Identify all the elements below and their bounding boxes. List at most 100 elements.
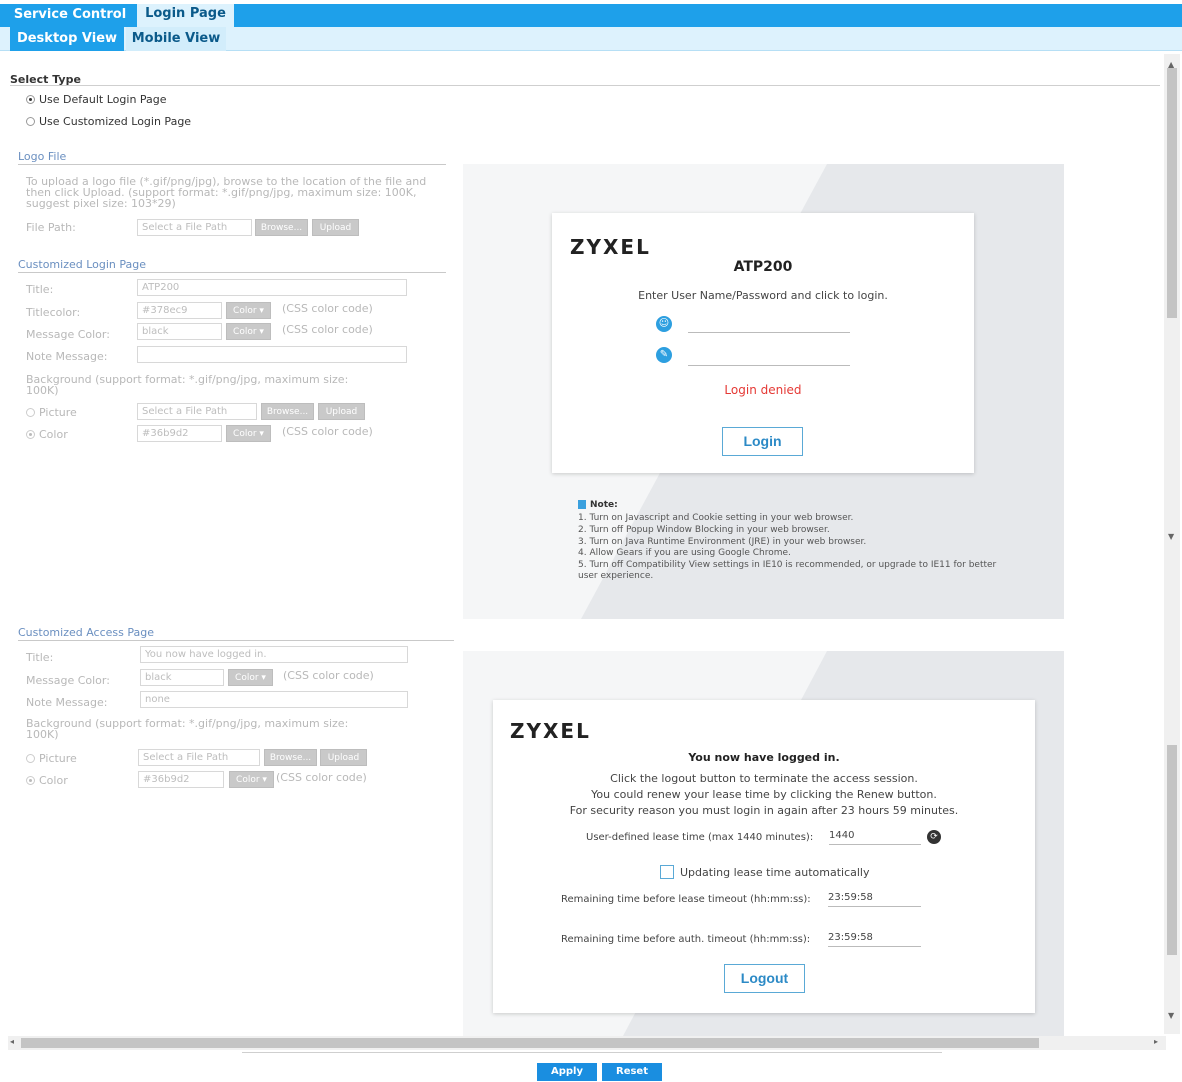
color-btn-label: Color	[236, 775, 260, 785]
remaining-auth-label: Remaining time before auth. timeout (hh:…	[561, 934, 811, 945]
css-hint: (CSS color code)	[282, 302, 373, 315]
radio-icon[interactable]	[26, 408, 35, 417]
access-message-color-button[interactable]: Color ▾	[228, 669, 273, 686]
auto-update-checkbox[interactable]	[660, 865, 674, 879]
login-instruction: Enter User Name/Password and click to lo…	[638, 289, 888, 302]
horizontal-scroll-thumb[interactable]	[21, 1038, 1039, 1048]
select-type-header: Select Type	[10, 68, 1160, 86]
browse-button[interactable]: Browse...	[264, 749, 317, 766]
tab-label: Mobile View	[131, 31, 221, 46]
css-hint: (CSS color code)	[283, 669, 374, 682]
file-path-input[interactable]: Select a File Path	[137, 219, 252, 236]
scroll-right-arrow-icon[interactable]: ▸	[1154, 1037, 1158, 1046]
zyxel-logo: ZYXEL	[570, 235, 651, 259]
login-error: Login denied	[724, 383, 802, 397]
radio-default-login[interactable]: Use Default Login Page	[26, 93, 167, 106]
lease-time-input[interactable]: 1440	[829, 830, 921, 845]
titlecolor-input[interactable]: #378ec9	[137, 302, 222, 319]
lease-time-label: User-defined lease time (max 1440 minute…	[586, 832, 814, 843]
access-radio-bg-color[interactable]: Color	[26, 774, 68, 788]
browse-button[interactable]: Browse...	[255, 219, 308, 236]
remaining-lease-value: 23:59:58	[828, 892, 921, 907]
upload-button[interactable]: Upload	[312, 219, 359, 236]
note-line-3: 3. Turn on Java Runtime Environment (JRE…	[578, 537, 867, 547]
tab-mobile-view[interactable]: Mobile View	[126, 27, 226, 51]
color-btn-label: Color	[233, 327, 257, 337]
horizontal-scrollbar[interactable]: ◂ ▸	[8, 1036, 1166, 1050]
css-hint: (CSS color code)	[282, 425, 373, 438]
renew-icon[interactable]: ⟳	[927, 830, 941, 844]
access-line-2: You could renew your lease time by click…	[591, 788, 937, 801]
apply-button[interactable]: Apply	[537, 1063, 597, 1081]
radio-bg-picture[interactable]: Picture	[26, 406, 77, 420]
password-icon: ✎	[656, 347, 672, 363]
radio-customized-login[interactable]: Use Customized Login Page	[26, 115, 191, 128]
access-title-label: Title:	[26, 651, 54, 664]
radio-label: Color	[39, 774, 68, 787]
access-bg-color-input[interactable]: #36b9d2	[138, 771, 224, 788]
radio-bg-color[interactable]: Color	[26, 428, 68, 442]
reset-button[interactable]: Reset	[602, 1063, 662, 1081]
password-field[interactable]	[688, 350, 850, 366]
note-line-4: 4. Allow Gears if you are using Google C…	[578, 548, 791, 558]
access-title: You now have logged in.	[688, 751, 840, 764]
login-preview: ZYXEL ATP200 Enter User Name/Password an…	[463, 164, 1064, 619]
access-line-1: Click the logout button to terminate the…	[610, 772, 918, 785]
bg-color-input[interactable]: #36b9d2	[137, 425, 222, 442]
access-note-input[interactable]: none	[140, 691, 408, 708]
radio-icon[interactable]	[26, 430, 35, 439]
login-button[interactable]: Login	[722, 427, 803, 456]
access-title-input[interactable]: You now have logged in.	[140, 646, 408, 663]
note-message-input[interactable]	[137, 346, 407, 363]
scroll-thumb[interactable]	[1167, 68, 1177, 318]
scroll-left-arrow-icon[interactable]: ◂	[10, 1037, 14, 1046]
customized-login-section-title: Customized Login Page	[18, 258, 446, 273]
note-line-5: 5. Turn off Compatibility View settings …	[578, 560, 997, 570]
scroll-thumb-2[interactable]	[1167, 745, 1177, 955]
message-color-button[interactable]: Color ▾	[226, 323, 271, 340]
file-path-label: File Path:	[26, 221, 76, 234]
access-preview: ZYXEL You now have logged in. Click the …	[463, 651, 1064, 1036]
login-card: ZYXEL ATP200 Enter User Name/Password an…	[552, 213, 974, 473]
tab-label: Service Control	[13, 7, 127, 22]
color-btn-label: Color	[233, 306, 257, 316]
radio-icon[interactable]	[26, 117, 35, 126]
access-message-color-input[interactable]: black	[140, 669, 224, 686]
tab-desktop-view[interactable]: Desktop View	[10, 27, 124, 51]
message-color-input[interactable]: black	[137, 323, 222, 340]
access-line-3: For security reason you must login in ag…	[569, 804, 959, 817]
note-message-label: Note Message:	[26, 350, 108, 363]
radio-label: Use Customized Login Page	[39, 115, 192, 128]
access-bg-color-button[interactable]: Color ▾	[229, 771, 274, 788]
title-input[interactable]: ATP200	[137, 279, 407, 296]
logout-button[interactable]: Logout	[724, 964, 805, 993]
titlecolor-color-button[interactable]: Color ▾	[226, 302, 271, 319]
access-bg-picture-input[interactable]: Select a File Path	[138, 749, 260, 766]
browse-button[interactable]: Browse...	[261, 403, 314, 420]
user-icon: ☺	[656, 316, 672, 332]
username-field[interactable]	[688, 317, 850, 333]
access-radio-bg-picture[interactable]: Picture	[26, 752, 77, 766]
radio-icon[interactable]	[26, 776, 35, 785]
radio-label: Use Default Login Page	[39, 93, 167, 106]
tab-service-control[interactable]: Service Control	[10, 5, 130, 26]
radio-icon[interactable]	[26, 754, 35, 763]
color-btn-label: Color	[235, 673, 259, 683]
access-message-color-label: Message Color:	[26, 674, 110, 687]
scroll-down-arrow-icon-2[interactable]: ▼	[1168, 1011, 1174, 1020]
upload-button[interactable]: Upload	[320, 749, 367, 766]
tab-login-page[interactable]: Login Page	[137, 4, 234, 27]
bg-picture-input[interactable]: Select a File Path	[137, 403, 257, 420]
scroll-down-arrow-icon[interactable]: ▼	[1168, 532, 1174, 541]
zyxel-logo: ZYXEL	[510, 719, 591, 743]
vertical-scrollbar-2[interactable]: ▼	[1164, 745, 1180, 1030]
bg-color-button[interactable]: Color ▾	[226, 425, 271, 442]
radio-icon[interactable]	[26, 95, 35, 104]
background-label-2: 100K)	[26, 384, 59, 397]
title-label: Title:	[26, 283, 54, 296]
logo-file-section-title: Logo File	[18, 150, 446, 165]
note-icon	[578, 500, 586, 509]
upload-button[interactable]: Upload	[318, 403, 365, 420]
background-label-1: Background (support format: *.gif/png/jp…	[26, 373, 349, 386]
tab-label: Login Page	[145, 6, 226, 21]
